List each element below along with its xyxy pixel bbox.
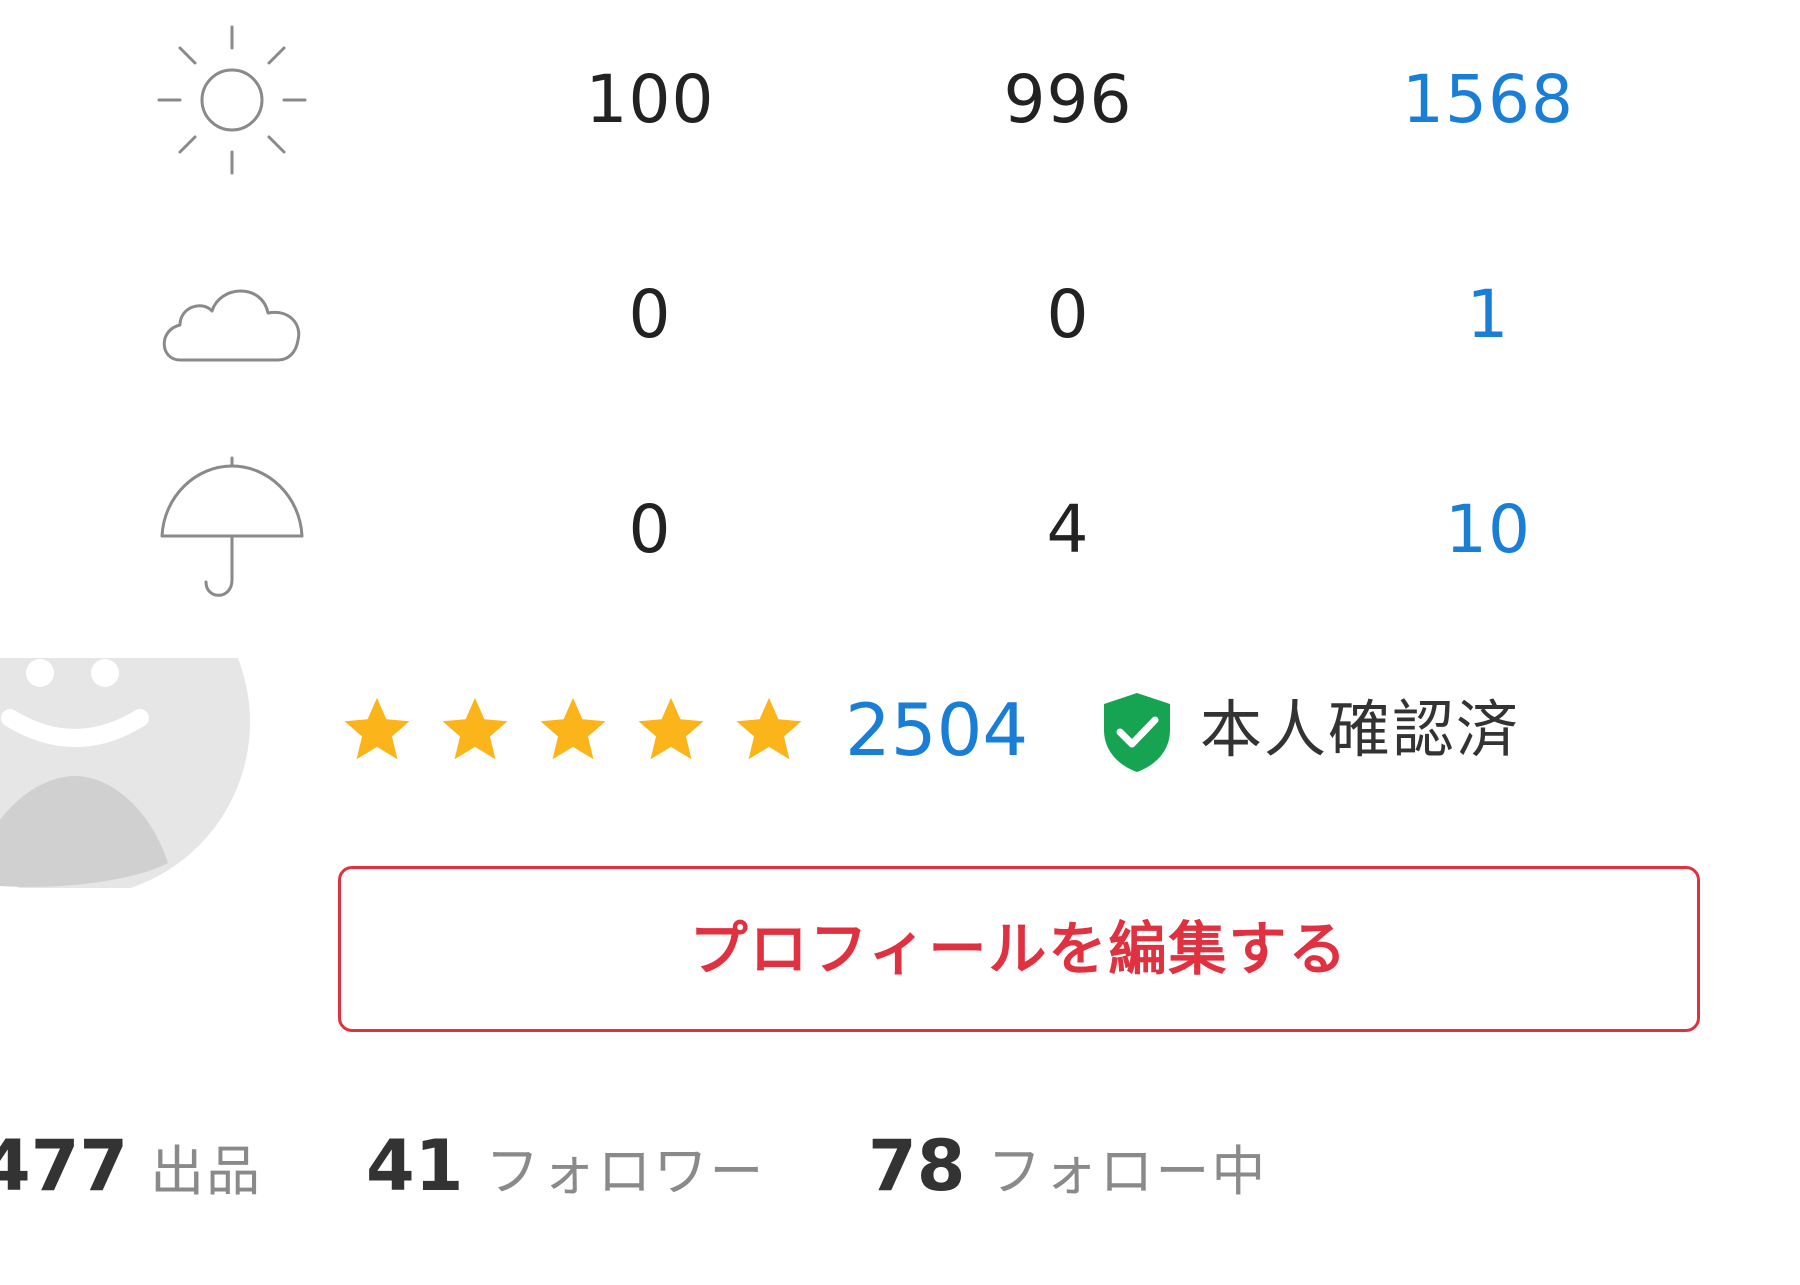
profile-screen: 100 996 1568 0 0 1 0 4 10 2504 本人確認済 プロフ…	[0, 0, 1800, 1285]
star-icon	[638, 697, 704, 760]
followers-stat[interactable]: 41 フォロワー	[366, 1125, 765, 1225]
followers-count: 41	[366, 1125, 464, 1207]
cloud-icon	[150, 215, 310, 415]
rating-normal-value-2: 0	[1046, 276, 1090, 353]
listings-count: 477	[0, 1125, 129, 1207]
followers-label: フォロワー	[485, 1140, 766, 1203]
star-rating	[338, 692, 808, 782]
rating-good-total[interactable]: 1568	[1338, 0, 1638, 200]
shield-check-icon	[1100, 690, 1174, 774]
following-label: フォロー中	[987, 1140, 1268, 1203]
rating-row-good: 100 996 1568	[0, 0, 1800, 200]
rating-good-value-2: 996	[1003, 61, 1133, 138]
star-icon	[442, 697, 508, 760]
rating-bad-value-1: 0	[628, 491, 672, 568]
review-count[interactable]: 2504	[845, 680, 1028, 780]
rating-row-bad: 0 4 10	[0, 430, 1800, 630]
rating-bad-total[interactable]: 10	[1338, 430, 1638, 630]
rating-bad-value-2: 4	[1046, 491, 1090, 568]
rating-normal-value-1: 0	[628, 276, 672, 353]
sun-icon	[150, 0, 310, 200]
following-count: 78	[868, 1125, 966, 1207]
rating-good-value-1: 100	[585, 61, 715, 138]
listings-label: 出品	[150, 1140, 263, 1203]
smiley-avatar-icon[interactable]	[0, 658, 250, 888]
rating-row-normal: 0 0 1	[0, 215, 1800, 415]
rating-normal-total[interactable]: 1	[1338, 215, 1638, 415]
edit-profile-button[interactable]: プロフィールを編集する	[338, 866, 1700, 1032]
following-stat[interactable]: 78 フォロー中	[868, 1125, 1267, 1225]
umbrella-icon	[150, 430, 310, 630]
listings-stat[interactable]: 477 出品	[0, 1125, 262, 1225]
star-icon	[540, 697, 606, 760]
verified-label: 本人確認済	[1200, 693, 1521, 766]
star-icon	[344, 697, 410, 760]
star-icon	[736, 697, 802, 760]
